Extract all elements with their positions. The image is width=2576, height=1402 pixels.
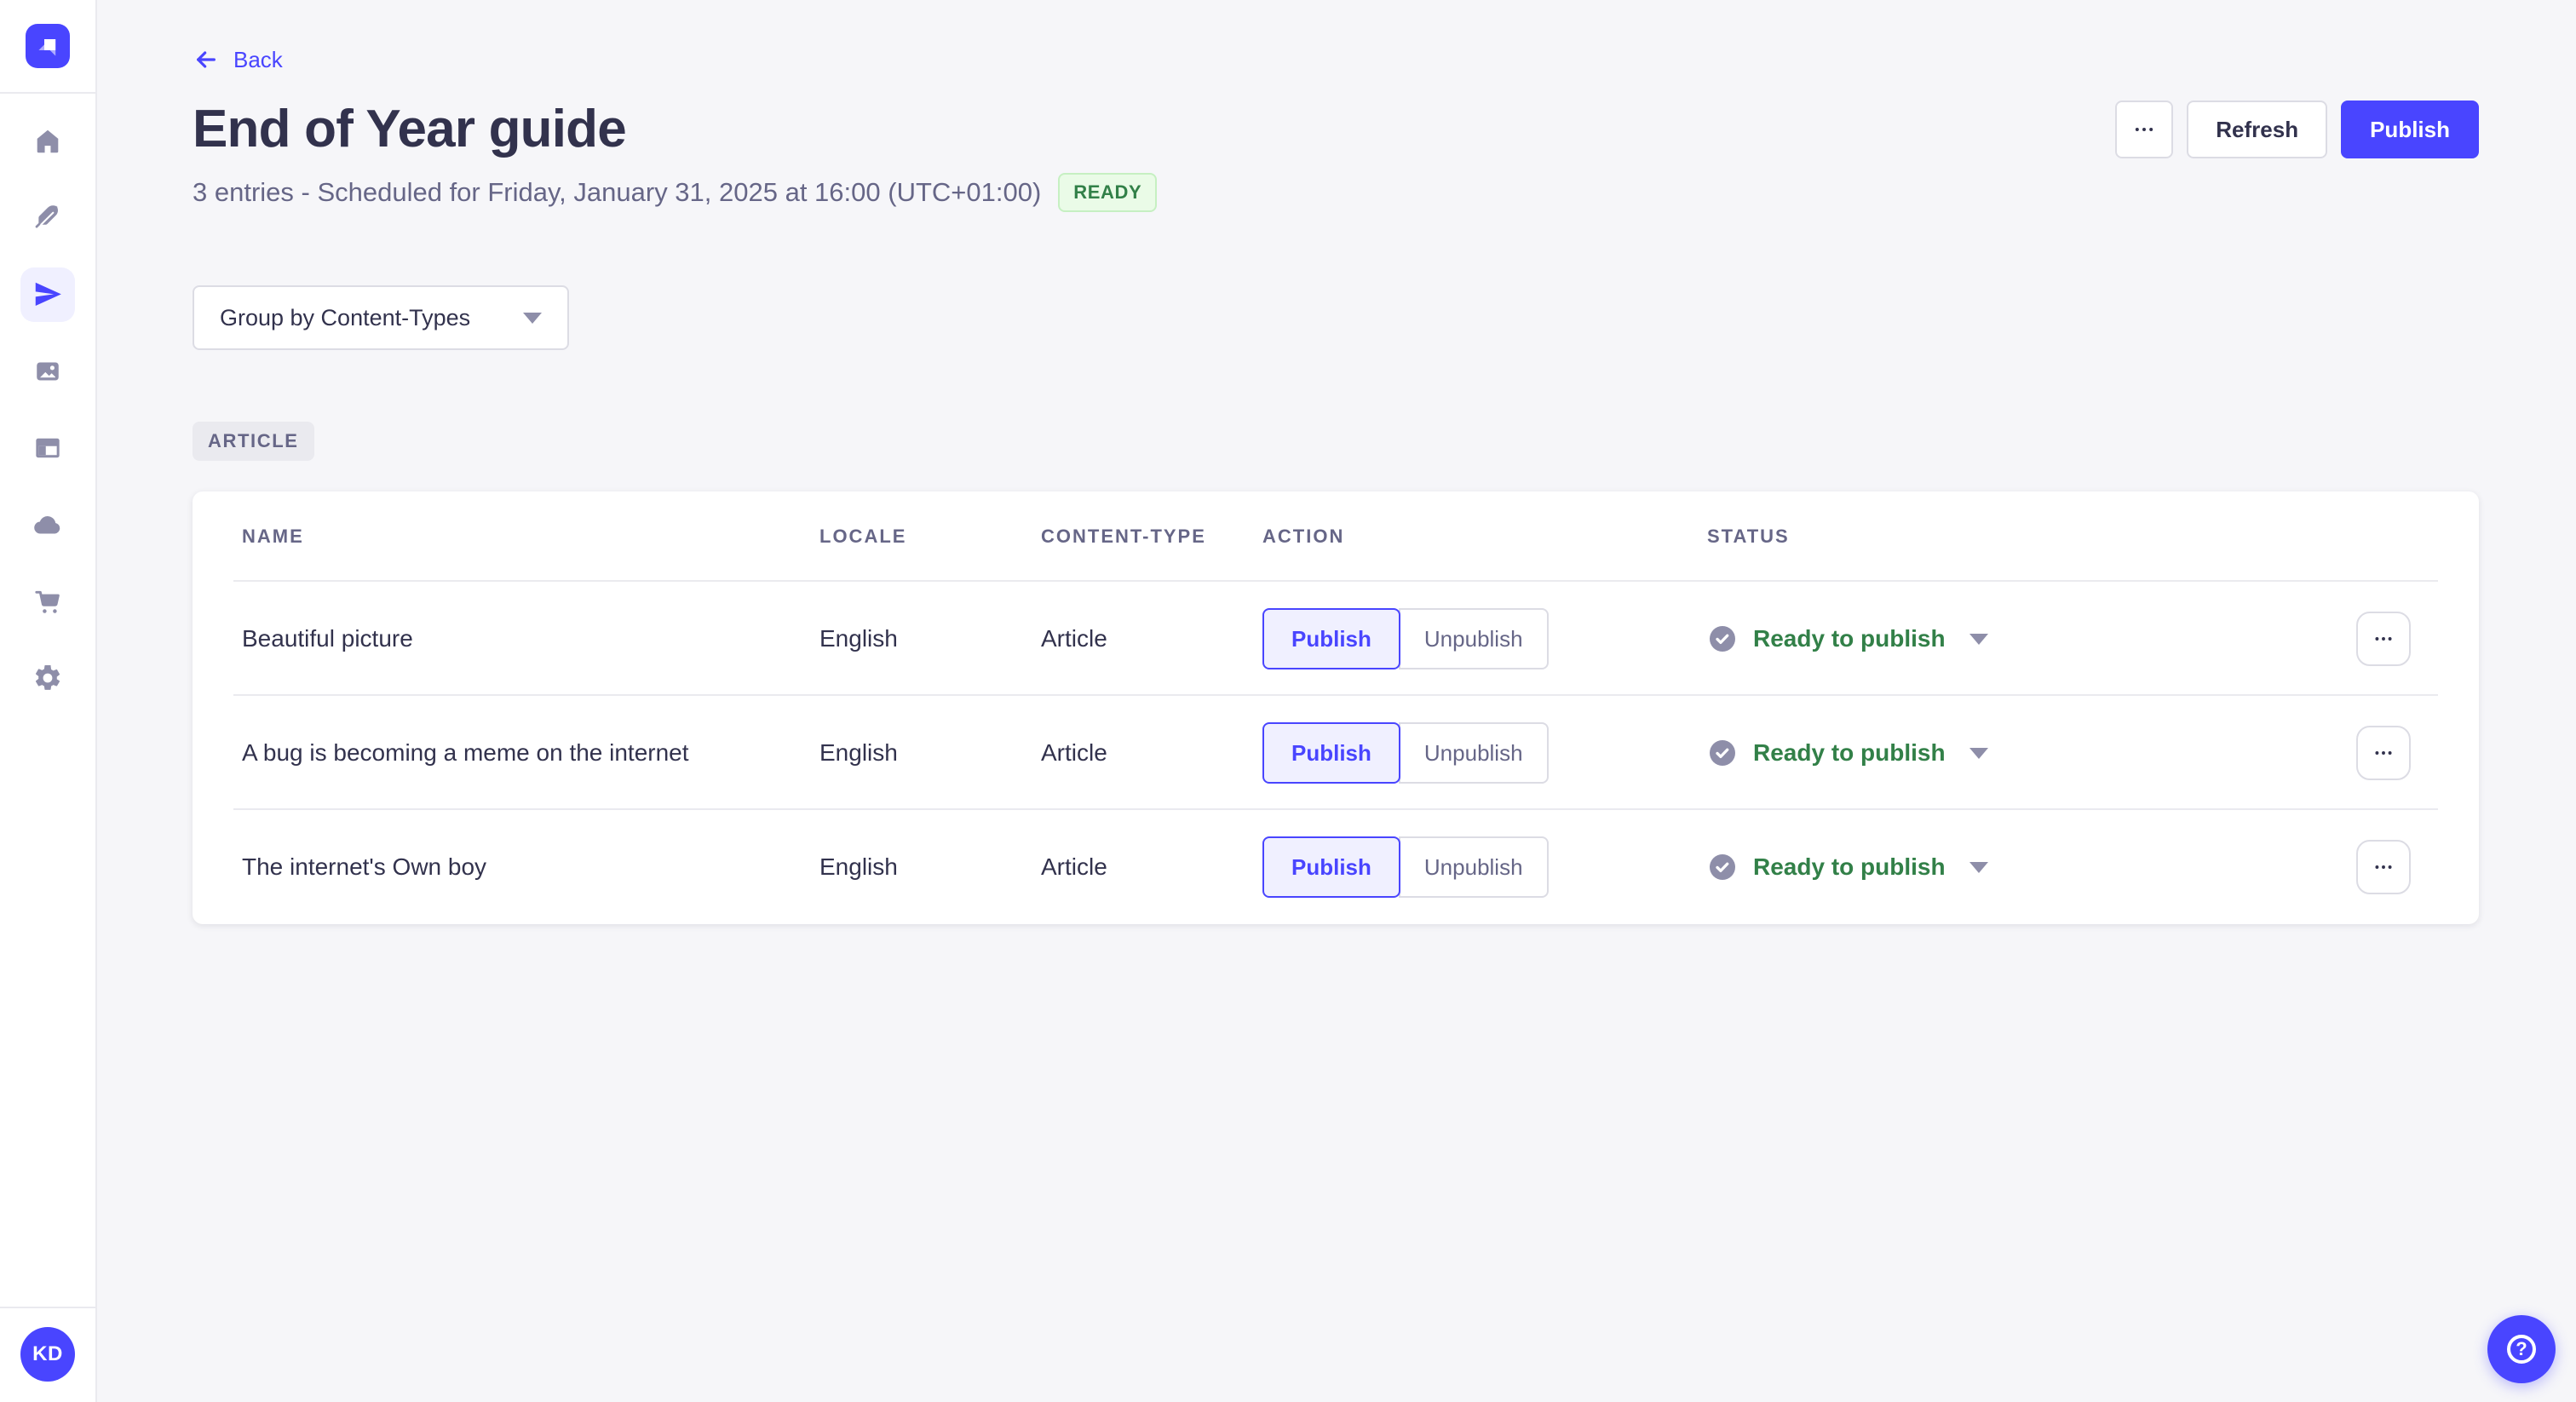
entry-name: The internet's Own boy: [242, 853, 487, 880]
gear-icon: [35, 664, 60, 690]
entry-content-type: Article: [1041, 739, 1107, 766]
chevron-down-icon: [523, 312, 542, 324]
sidebar-item-content-manager[interactable]: [20, 191, 75, 245]
check-circle-icon: [1710, 740, 1735, 766]
sidebar: KD: [0, 0, 97, 1402]
table-row: A bug is becoming a meme on the internet…: [193, 696, 2479, 810]
entry-name: A bug is becoming a meme on the internet: [242, 739, 689, 766]
row-unpublish-button[interactable]: Unpublish: [1398, 608, 1549, 669]
entries-table: NAME LOCALE CONTENT-TYPE ACTION STATUS B…: [193, 491, 2479, 924]
sidebar-item-media-library[interactable]: [20, 344, 75, 399]
check-circle-icon: [1710, 626, 1735, 652]
sidebar-item-home[interactable]: [20, 114, 75, 169]
sidebar-divider: [0, 92, 95, 94]
more-horizontal-icon: [2136, 128, 2153, 131]
back-label: Back: [233, 46, 283, 72]
action-toggle: Publish Unpublish: [1262, 722, 1707, 784]
row-unpublish-button[interactable]: Unpublish: [1398, 722, 1549, 784]
entry-name: Beautiful picture: [242, 625, 413, 652]
avatar[interactable]: KD: [20, 1327, 75, 1382]
row-publish-button[interactable]: Publish: [1262, 836, 1400, 898]
action-toggle: Publish Unpublish: [1262, 608, 1707, 669]
entry-locale: English: [819, 739, 898, 766]
group-label-badge: ARTICLE: [193, 422, 314, 461]
column-header-locale: LOCALE: [819, 526, 907, 547]
entry-content-type: Article: [1041, 625, 1107, 652]
paper-plane-icon: [35, 282, 61, 306]
entry-status-label: Ready to publish: [1753, 625, 1946, 652]
chevron-down-icon: [1969, 861, 1988, 873]
sidebar-item-settings[interactable]: [20, 651, 75, 705]
app-root: KD Back End of Year guide Refresh Publis…: [0, 0, 2576, 1402]
sidebar-nav: [20, 114, 75, 705]
home-icon: [37, 129, 59, 153]
cart-icon: [35, 590, 60, 613]
sidebar-footer: KD: [0, 1307, 95, 1402]
entry-locale: English: [819, 625, 898, 652]
page-title: End of Year guide: [193, 100, 627, 158]
header-actions: Refresh Publish: [2115, 101, 2479, 158]
header-row: End of Year guide Refresh Publish: [193, 99, 2479, 159]
chevron-down-icon: [1969, 633, 1988, 645]
sidebar-item-cloud[interactable]: [20, 497, 75, 552]
table-row: Beautiful picture English Article Publis…: [193, 582, 2479, 696]
entry-content-type: Article: [1041, 853, 1107, 880]
check-circle-icon: [1710, 854, 1735, 880]
sidebar-item-content-type-builder[interactable]: [20, 421, 75, 475]
column-header-content-type: CONTENT-TYPE: [1041, 526, 1206, 547]
table-row: The internet's Own boy English Article P…: [193, 810, 2479, 924]
more-horizontal-icon: [2375, 751, 2392, 755]
publish-release-button[interactable]: Publish: [2341, 101, 2479, 158]
media-library-icon: [37, 362, 59, 381]
entry-status[interactable]: Ready to publish: [1707, 852, 2315, 882]
column-header-action: ACTION: [1262, 526, 1345, 547]
sidebar-item-releases[interactable]: [20, 267, 75, 322]
cloud-icon: [34, 516, 60, 534]
arrow-left-icon: [197, 51, 216, 68]
main-content: Back End of Year guide Refresh Publish 3…: [97, 0, 2576, 1402]
layout-icon: [36, 438, 60, 458]
entry-status[interactable]: Ready to publish: [1707, 623, 2315, 654]
row-more-button[interactable]: [2356, 840, 2411, 894]
entry-status-label: Ready to publish: [1753, 853, 1946, 880]
group-by-value: Group by Content-Types: [220, 304, 471, 330]
entry-status-label: Ready to publish: [1753, 739, 1946, 766]
row-publish-button[interactable]: Publish: [1262, 722, 1400, 784]
strapi-logo-icon[interactable]: [26, 24, 70, 68]
row-unpublish-button[interactable]: Unpublish: [1398, 836, 1549, 898]
entry-status[interactable]: Ready to publish: [1707, 738, 2315, 768]
feather-icon: [35, 204, 59, 228]
more-horizontal-icon: [2375, 865, 2392, 869]
row-publish-button[interactable]: Publish: [1262, 608, 1400, 669]
chevron-down-icon: [1969, 747, 1988, 759]
column-header-status: STATUS: [1707, 526, 1790, 547]
release-subtitle: 3 entries - Scheduled for Friday, Januar…: [193, 177, 1042, 207]
table-header-row: NAME LOCALE CONTENT-TYPE ACTION STATUS: [193, 491, 2479, 582]
refresh-button[interactable]: Refresh: [2187, 101, 2328, 158]
group-by-select[interactable]: Group by Content-Types: [193, 285, 569, 350]
question-mark-icon: ?: [2507, 1335, 2536, 1364]
entry-locale: English: [819, 853, 898, 880]
action-toggle: Publish Unpublish: [1262, 836, 1707, 898]
subtitle-row: 3 entries - Scheduled for Friday, Januar…: [193, 173, 2479, 212]
more-horizontal-icon: [2375, 637, 2392, 641]
back-link[interactable]: Back: [193, 46, 283, 73]
row-more-button[interactable]: [2356, 726, 2411, 780]
strapi-logo-glyph: [38, 39, 56, 56]
status-badge: READY: [1058, 173, 1158, 212]
column-header-name: NAME: [242, 526, 304, 547]
sidebar-item-marketplace[interactable]: [20, 574, 75, 629]
help-button[interactable]: ?: [2487, 1315, 2556, 1383]
row-more-button[interactable]: [2356, 612, 2411, 666]
release-more-button[interactable]: [2115, 101, 2174, 158]
